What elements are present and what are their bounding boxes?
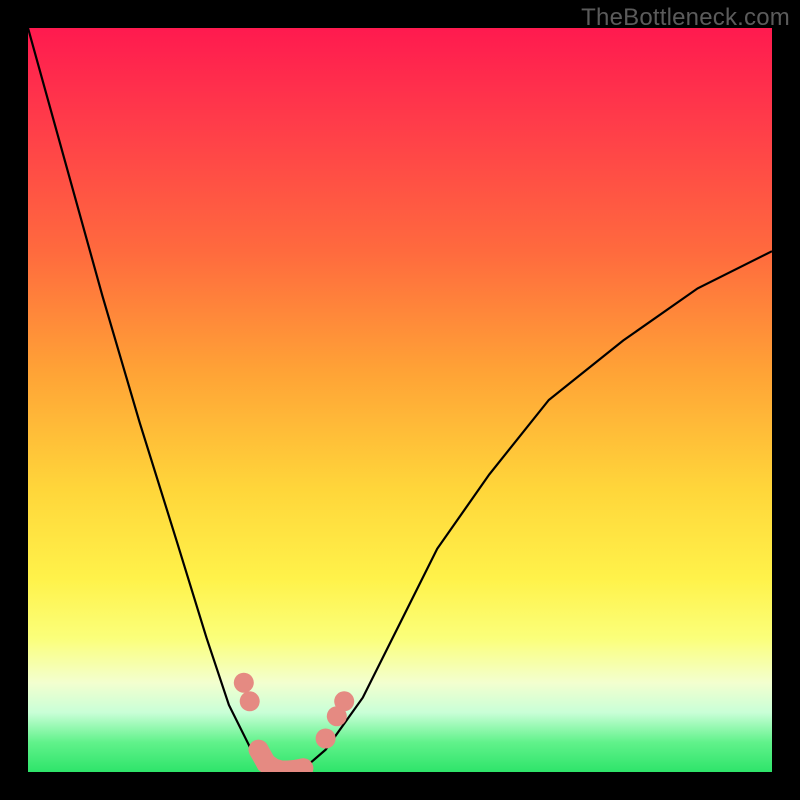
watermark-text: TheBottleneck.com bbox=[581, 4, 790, 32]
marker-dot bbox=[240, 691, 260, 711]
plot-area bbox=[28, 28, 772, 772]
marker-dot bbox=[316, 729, 336, 749]
chart-frame: TheBottleneck.com bbox=[0, 0, 800, 800]
marker-dot bbox=[334, 691, 354, 711]
highlight-markers bbox=[28, 28, 772, 772]
marker-dot bbox=[234, 673, 254, 693]
